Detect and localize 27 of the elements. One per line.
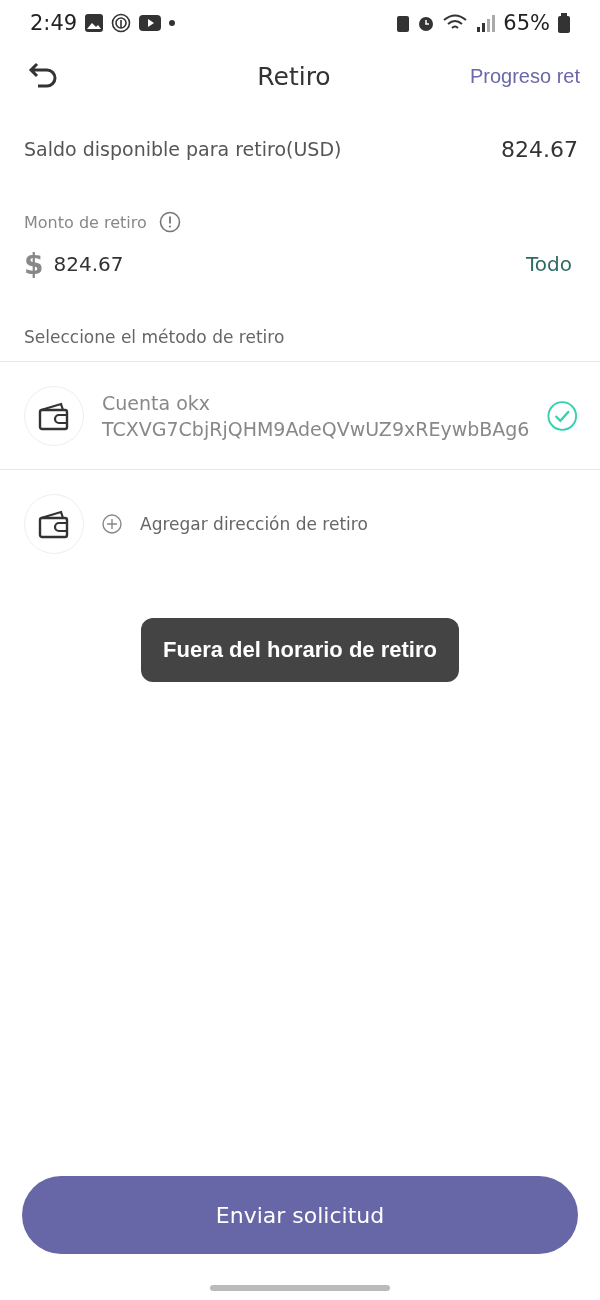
account-name[interactable]: Cuenta okx — [102, 391, 530, 414]
amount-field[interactable]: 824.67 — [53, 252, 516, 276]
wallet-address: TCXVG7CbjRjQHM9AdeQVwUZ9xREywbBAg6 — [102, 417, 530, 440]
add-icon[interactable] — [102, 513, 122, 534]
all-button[interactable]: Todo — [526, 252, 572, 276]
method-row[interactable]: Cuenta okx TCXVG7CbjRjQHM9AdeQVwUZ9xREywbBAg6 — [0, 362, 600, 469]
signal-icon — [475, 13, 496, 32]
balance-value: 824.67 — [501, 136, 578, 162]
info-icon[interactable] — [158, 211, 181, 233]
gallery-icon — [85, 13, 104, 32]
clock-time: 2:49 — [30, 10, 78, 35]
submit-button[interactable]: Enviar solicitud — [22, 1176, 578, 1254]
check-icon — [547, 399, 578, 432]
method-label: Seleccione el método de retiro — [23, 326, 286, 349]
dot-icon — [169, 19, 176, 26]
currency-symbol: $ — [24, 247, 44, 281]
toast-message: Fuera del horario de retiro — [141, 618, 459, 682]
progress-link[interactable]: Progreso ret — [469, 64, 580, 88]
amount-label: Monto de retiro — [24, 212, 147, 232]
balance-label: Saldo disponible para retiro(USD) — [24, 138, 342, 160]
battery-icon — [558, 12, 570, 33]
add-address-link[interactable]: Agregar dirección de retiro — [140, 513, 368, 534]
method-row[interactable]: Agregar dirección de retiro — [0, 470, 600, 577]
page-title: Retiro — [256, 61, 332, 91]
video-icon — [139, 14, 162, 31]
battery-percentage: 65% — [503, 10, 550, 35]
back-icon[interactable] — [28, 62, 58, 90]
